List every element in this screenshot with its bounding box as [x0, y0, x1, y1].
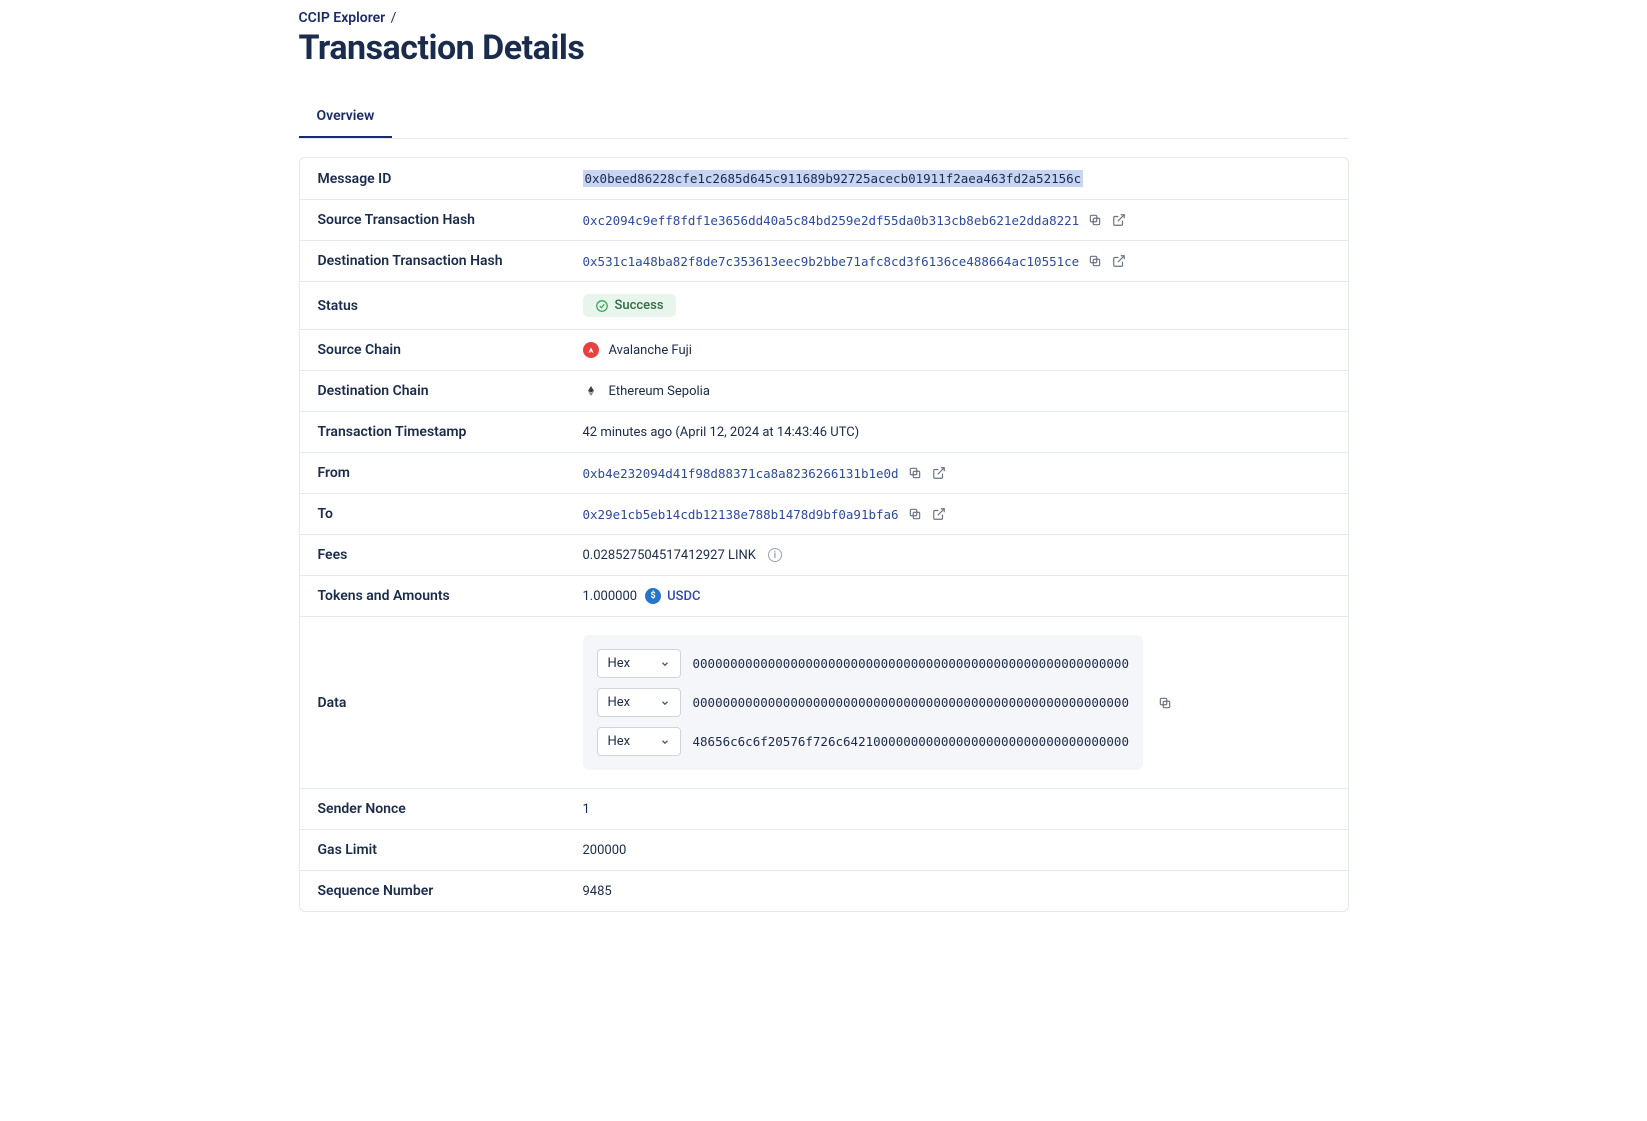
data-hex-1: 0000000000000000000000000000000000000000… [693, 695, 1129, 710]
row-source-tx: Source Transaction Hash 0xc2094c9eff8fdf… [300, 200, 1348, 241]
value-sequence: 9485 [583, 884, 612, 899]
data-format-select[interactable]: Hex [597, 727, 681, 756]
value-from[interactable]: 0xb4e232094d41f98d88371ca8a8236266131b1e… [583, 466, 899, 481]
breadcrumb-root[interactable]: CCIP Explorer [299, 10, 386, 26]
data-format-select[interactable]: Hex [597, 649, 681, 678]
usdc-icon: $ [645, 588, 661, 604]
breadcrumb-separator: / [391, 10, 397, 26]
row-data: Data Hex 0000000000000000000000000000000… [300, 617, 1348, 789]
label-to: To [318, 506, 583, 522]
label-gas: Gas Limit [318, 842, 583, 858]
label-nonce: Sender Nonce [318, 801, 583, 817]
details-card: Message ID 0x0beed86228cfe1c2685d645c911… [299, 157, 1349, 912]
source-chain-cell: Avalanche Fuji [583, 342, 692, 358]
token-amount: 1.000000 [583, 589, 638, 604]
value-message-id: 0x0beed86228cfe1c2685d645c911689b92725ac… [583, 170, 1084, 187]
ethereum-icon [583, 383, 599, 399]
label-source-chain: Source Chain [318, 342, 583, 358]
status-text: Success [615, 298, 664, 313]
chevron-down-icon [660, 737, 670, 747]
external-link-icon[interactable] [931, 506, 947, 522]
breadcrumb: CCIP Explorer / [299, 10, 1349, 26]
token-pill[interactable]: $ USDC [645, 588, 700, 604]
external-link-icon[interactable] [931, 465, 947, 481]
copy-icon[interactable] [1087, 253, 1103, 269]
label-message-id: Message ID [318, 171, 583, 187]
value-fees: 0.028527504517412927 LINK [583, 548, 756, 563]
source-chain-name: Avalanche Fuji [609, 343, 692, 358]
row-source-chain: Source Chain Avalanche Fuji [300, 330, 1348, 371]
info-icon[interactable]: i [768, 548, 782, 562]
data-hex-0: 0000000000000000000000000000000000000000… [693, 656, 1129, 671]
external-link-icon[interactable] [1111, 212, 1127, 228]
select-label: Hex [608, 734, 631, 749]
label-timestamp: Transaction Timestamp [318, 424, 583, 440]
status-badge: Success [583, 294, 676, 317]
label-data: Data [318, 695, 583, 711]
label-dest-chain: Destination Chain [318, 383, 583, 399]
data-format-select[interactable]: Hex [597, 688, 681, 717]
data-line-2: Hex 48656c6c6f20576f726c6421000000000000… [597, 727, 1129, 756]
row-timestamp: Transaction Timestamp 42 minutes ago (Ap… [300, 412, 1348, 453]
data-line-1: Hex 000000000000000000000000000000000000… [597, 688, 1129, 717]
row-tokens: Tokens and Amounts 1.000000 $ USDC [300, 576, 1348, 617]
value-nonce: 1 [583, 802, 590, 817]
row-dest-chain: Destination Chain Ethereum Sepolia [300, 371, 1348, 412]
label-status: Status [318, 298, 583, 314]
chevron-down-icon [660, 698, 670, 708]
copy-icon[interactable] [907, 465, 923, 481]
copy-icon[interactable] [1157, 695, 1173, 711]
tabs: Overview [299, 96, 1349, 139]
value-to[interactable]: 0x29e1cb5eb14cdb12138e788b1478d9bf0a91bf… [583, 507, 899, 522]
row-to: To 0x29e1cb5eb14cdb12138e788b1478d9bf0a9… [300, 494, 1348, 535]
row-dest-tx: Destination Transaction Hash 0x531c1a48b… [300, 241, 1348, 282]
label-from: From [318, 465, 583, 481]
chevron-down-icon [660, 659, 670, 669]
tab-overview[interactable]: Overview [299, 96, 393, 138]
label-tokens: Tokens and Amounts [318, 588, 583, 604]
copy-icon[interactable] [907, 506, 923, 522]
external-link-icon[interactable] [1111, 253, 1127, 269]
dest-chain-name: Ethereum Sepolia [609, 384, 710, 399]
data-line-0: Hex 000000000000000000000000000000000000… [597, 649, 1129, 678]
value-timestamp: 42 minutes ago (April 12, 2024 at 14:43:… [583, 425, 860, 440]
page-title: Transaction Details [299, 28, 1349, 68]
data-hex-2: 48656c6c6f20576f726c64210000000000000000… [693, 734, 1129, 749]
value-source-tx[interactable]: 0xc2094c9eff8fdf1e3656dd40a5c84bd259e2df… [583, 213, 1080, 228]
row-fees: Fees 0.028527504517412927 LINK i [300, 535, 1348, 576]
copy-icon[interactable] [1087, 212, 1103, 228]
row-from: From 0xb4e232094d41f98d88371ca8a82362661… [300, 453, 1348, 494]
row-message-id: Message ID 0x0beed86228cfe1c2685d645c911… [300, 158, 1348, 200]
data-block: Hex 000000000000000000000000000000000000… [583, 635, 1143, 770]
token-symbol: USDC [667, 589, 700, 604]
label-dest-tx: Destination Transaction Hash [318, 253, 583, 269]
select-label: Hex [608, 656, 631, 671]
value-gas: 200000 [583, 843, 627, 858]
check-circle-icon [595, 299, 609, 313]
row-sequence: Sequence Number 9485 [300, 871, 1348, 911]
label-sequence: Sequence Number [318, 883, 583, 899]
row-status: Status Success [300, 282, 1348, 330]
label-source-tx: Source Transaction Hash [318, 212, 583, 228]
avalanche-icon [583, 342, 599, 358]
value-dest-tx[interactable]: 0x531c1a48ba82f8de7c353613eec9b2bbe71afc… [583, 254, 1080, 269]
row-nonce: Sender Nonce 1 [300, 789, 1348, 830]
label-fees: Fees [318, 547, 583, 563]
select-label: Hex [608, 695, 631, 710]
dest-chain-cell: Ethereum Sepolia [583, 383, 710, 399]
row-gas: Gas Limit 200000 [300, 830, 1348, 871]
